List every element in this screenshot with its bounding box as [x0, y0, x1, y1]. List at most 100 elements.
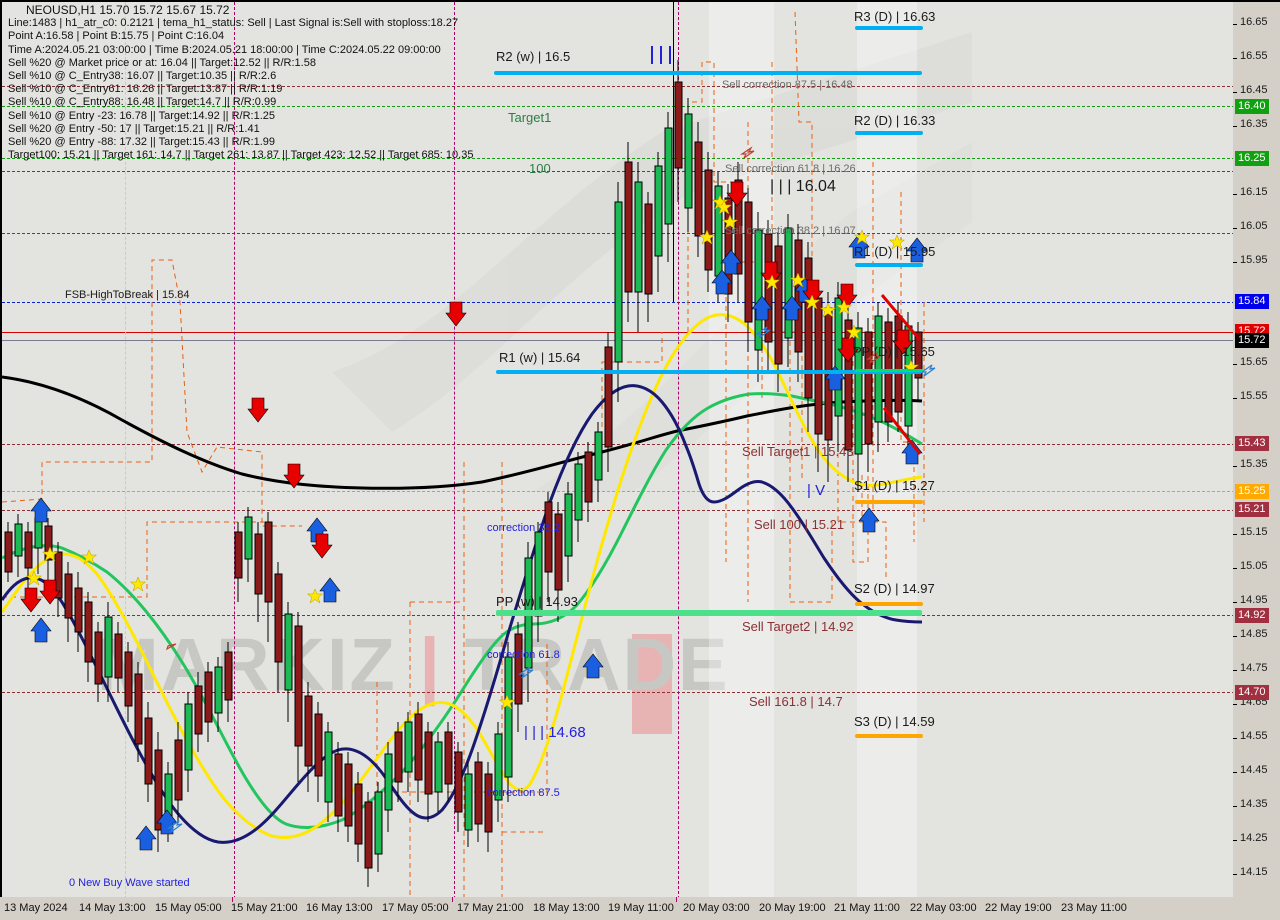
header-line-4: Sell %20 @ Market price or at: 16.04 || …	[8, 56, 316, 69]
pivot-bar-ppw	[496, 610, 922, 616]
pivot-bar-r2w	[494, 71, 922, 75]
time-separator	[676, 897, 677, 902]
pivot-bar-r3d	[855, 26, 923, 30]
price-tick: 15.35	[1233, 458, 1280, 470]
pivot-label-r2w: R2 (w) | 16.5	[496, 49, 571, 64]
pivot-label-s1d: S1 (D) | 15.27	[854, 478, 935, 493]
pivot-bar-r2d	[855, 131, 923, 135]
pivot-label-r3d: R3 (D) | 16.63	[854, 9, 936, 24]
pivot-label-r2d: R2 (D) | 16.33	[854, 113, 936, 128]
time-tick: 15 May 21:00	[231, 902, 298, 914]
correction-875-note: correction 87.5	[487, 787, 560, 799]
pivot-label-s2d: S2 (D) | 14.97	[854, 581, 935, 596]
trading-chart-window: MARKIZ | TRADE	[0, 0, 1280, 920]
time-tick: 17 May 21:00	[457, 902, 524, 914]
time-tick: 17 May 05:00	[382, 902, 449, 914]
sell-target2-label: Sell Target2 | 14.92	[742, 619, 854, 634]
header-line-11: Target100: 15.21 || Target 161: 14.7 || …	[8, 149, 474, 162]
price-tag-15-21: 15.21	[1235, 502, 1269, 517]
price-tick: 16.45	[1233, 84, 1280, 96]
price-tick: 14.85	[1233, 628, 1280, 640]
price-tick: 14.75	[1233, 662, 1280, 674]
chart-canvas: MARKIZ | TRADE	[2, 2, 1235, 899]
pivot-bar-ppd	[855, 369, 923, 372]
pivot-label-r1d: R1 (D) | 15.95	[854, 244, 936, 259]
price-tag-16-25: 16.25	[1235, 151, 1269, 166]
price-tick: 14.95	[1233, 594, 1280, 606]
price-tick: 15.15	[1233, 526, 1280, 538]
price-tag-15-43: 15.43	[1235, 436, 1269, 451]
price-tag-14-92: 14.92	[1235, 608, 1269, 623]
price-tick: 14.45	[1233, 764, 1280, 776]
sell-corr-618-label: Sell correction 61.8 | 16.26	[725, 163, 856, 175]
time-tick: 14 May 13:00	[79, 902, 146, 914]
time-tick: 16 May 13:00	[306, 902, 373, 914]
header-line-7: Sell %10 @ C_Entry88: 16.48 || Target:14…	[8, 96, 277, 109]
low-marker-note: | | | 14.68	[524, 724, 586, 741]
point-c-ticks	[651, 46, 671, 64]
header-line-3: Time A:2024.05.21 03:00:00 | Time B:2024…	[8, 43, 441, 56]
pivot-bar-s2d	[855, 602, 923, 606]
correction-382-note: correction 38.2	[487, 522, 560, 534]
time-tick: 20 May 19:00	[759, 902, 826, 914]
price-tick: 15.05	[1233, 560, 1280, 572]
time-tick: 22 May 03:00	[910, 902, 977, 914]
correction-618-note: correction 61.8	[487, 649, 560, 661]
time-tick: 22 May 19:00	[985, 902, 1052, 914]
sell-corr-875-label: Sell correction 87.5 | 16.48	[722, 79, 853, 91]
price-scale[interactable]: 16.65 16.55 16.45 16.35 16.15 16.05 15.9…	[1233, 0, 1280, 900]
price-tick: 15.65	[1233, 356, 1280, 368]
wave-iv-note: | V	[807, 482, 826, 499]
new-buy-wave-note: 0 New Buy Wave started	[69, 877, 190, 889]
header-line-5: Sell %10 @ C_Entry38: 16.07 || Target:10…	[8, 70, 277, 83]
price-tick: 14.55	[1233, 730, 1280, 742]
chart-info-header: NEOUSD,H1 15.70 15.72 15.67 15.72 Line:1…	[8, 3, 474, 162]
price-tick: 16.35	[1233, 118, 1280, 130]
pivot-label-s3d: S3 (D) | 14.59	[854, 714, 935, 729]
header-line-0: NEOUSD,H1 15.70 15.72 15.67 15.72	[26, 3, 230, 17]
sell-100-label: Sell 100 | 15.21	[754, 517, 845, 532]
price-tag-16-40: 16.40	[1235, 99, 1269, 114]
sell-target1-label: Sell Target1 | 15.43	[742, 444, 854, 459]
price-tag-14-70: 14.70	[1235, 685, 1269, 700]
time-tick: 18 May 13:00	[533, 902, 600, 914]
time-tick: 21 May 11:00	[834, 902, 900, 914]
chart-plot-area[interactable]: MARKIZ | TRADE	[0, 0, 1235, 900]
sell-corr-382-label: Sell correction 38.2 | 16.07	[725, 225, 856, 237]
price-tag-15-84: 15.84	[1235, 294, 1269, 309]
fsb-high-to-break-label: FSB-HighToBreak | 15.84	[65, 289, 190, 301]
pivot-bar-s3d	[855, 734, 923, 738]
price-tick: 16.65	[1233, 16, 1280, 28]
price-tag-15-25: 15.25	[1235, 484, 1269, 499]
price-tick: 14.25	[1233, 832, 1280, 844]
pivot-label-ppw: PP (w) | 14.93	[496, 594, 578, 609]
pivot-label-r1w: R1 (w) | 15.64	[499, 350, 581, 365]
header-line-10: Sell %20 @ Entry -88: 17.32 || Target:15…	[8, 136, 275, 149]
header-line-2: Point A:16.58 | Point B:15.75 | Point C:…	[8, 30, 225, 43]
price-tick: 14.15	[1233, 866, 1280, 878]
point-c-note: | | | 16.04	[770, 178, 836, 195]
price-tick: 14.35	[1233, 798, 1280, 810]
time-tick: 20 May 03:00	[683, 902, 750, 914]
time-separator	[452, 897, 453, 902]
header-line-9: Sell %20 @ Entry -50: 17 || Target:15.21…	[8, 122, 260, 135]
header-line-1: Line:1483 | h1_atr_c0: 0.2121 | tema_h1_…	[8, 17, 459, 30]
fib-target1-label: Target1	[508, 110, 552, 125]
sell-1618-label: Sell 161.8 | 14.7	[749, 694, 843, 709]
price-tick: 14.65	[1233, 696, 1280, 708]
price-tick: 16.55	[1233, 50, 1280, 62]
price-tick: 16.05	[1233, 220, 1280, 232]
time-tick: 19 May 11:00	[608, 902, 674, 914]
time-scale[interactable]: 13 May 2024 14 May 13:00 15 May 05:00 15…	[0, 897, 1280, 920]
header-line-8: Sell %10 @ Entry -23: 16.78 || Target:14…	[8, 109, 275, 122]
time-tick: 15 May 05:00	[155, 902, 222, 914]
pivot-bar-r1d	[855, 263, 923, 267]
price-tick: 15.55	[1233, 390, 1280, 402]
pivot-bar-s1d	[855, 500, 923, 504]
time-tick: 13 May 2024	[4, 902, 68, 914]
fib-100-label: 100	[529, 161, 551, 176]
time-tick: 23 May 11:00	[1061, 902, 1127, 914]
price-tick: 15.95	[1233, 254, 1280, 266]
header-line-6: Sell %10 @ C_Entry61: 16.26 || Target:13…	[8, 83, 283, 96]
pivot-label-ppd: PP (D) | 15.65	[853, 344, 935, 359]
